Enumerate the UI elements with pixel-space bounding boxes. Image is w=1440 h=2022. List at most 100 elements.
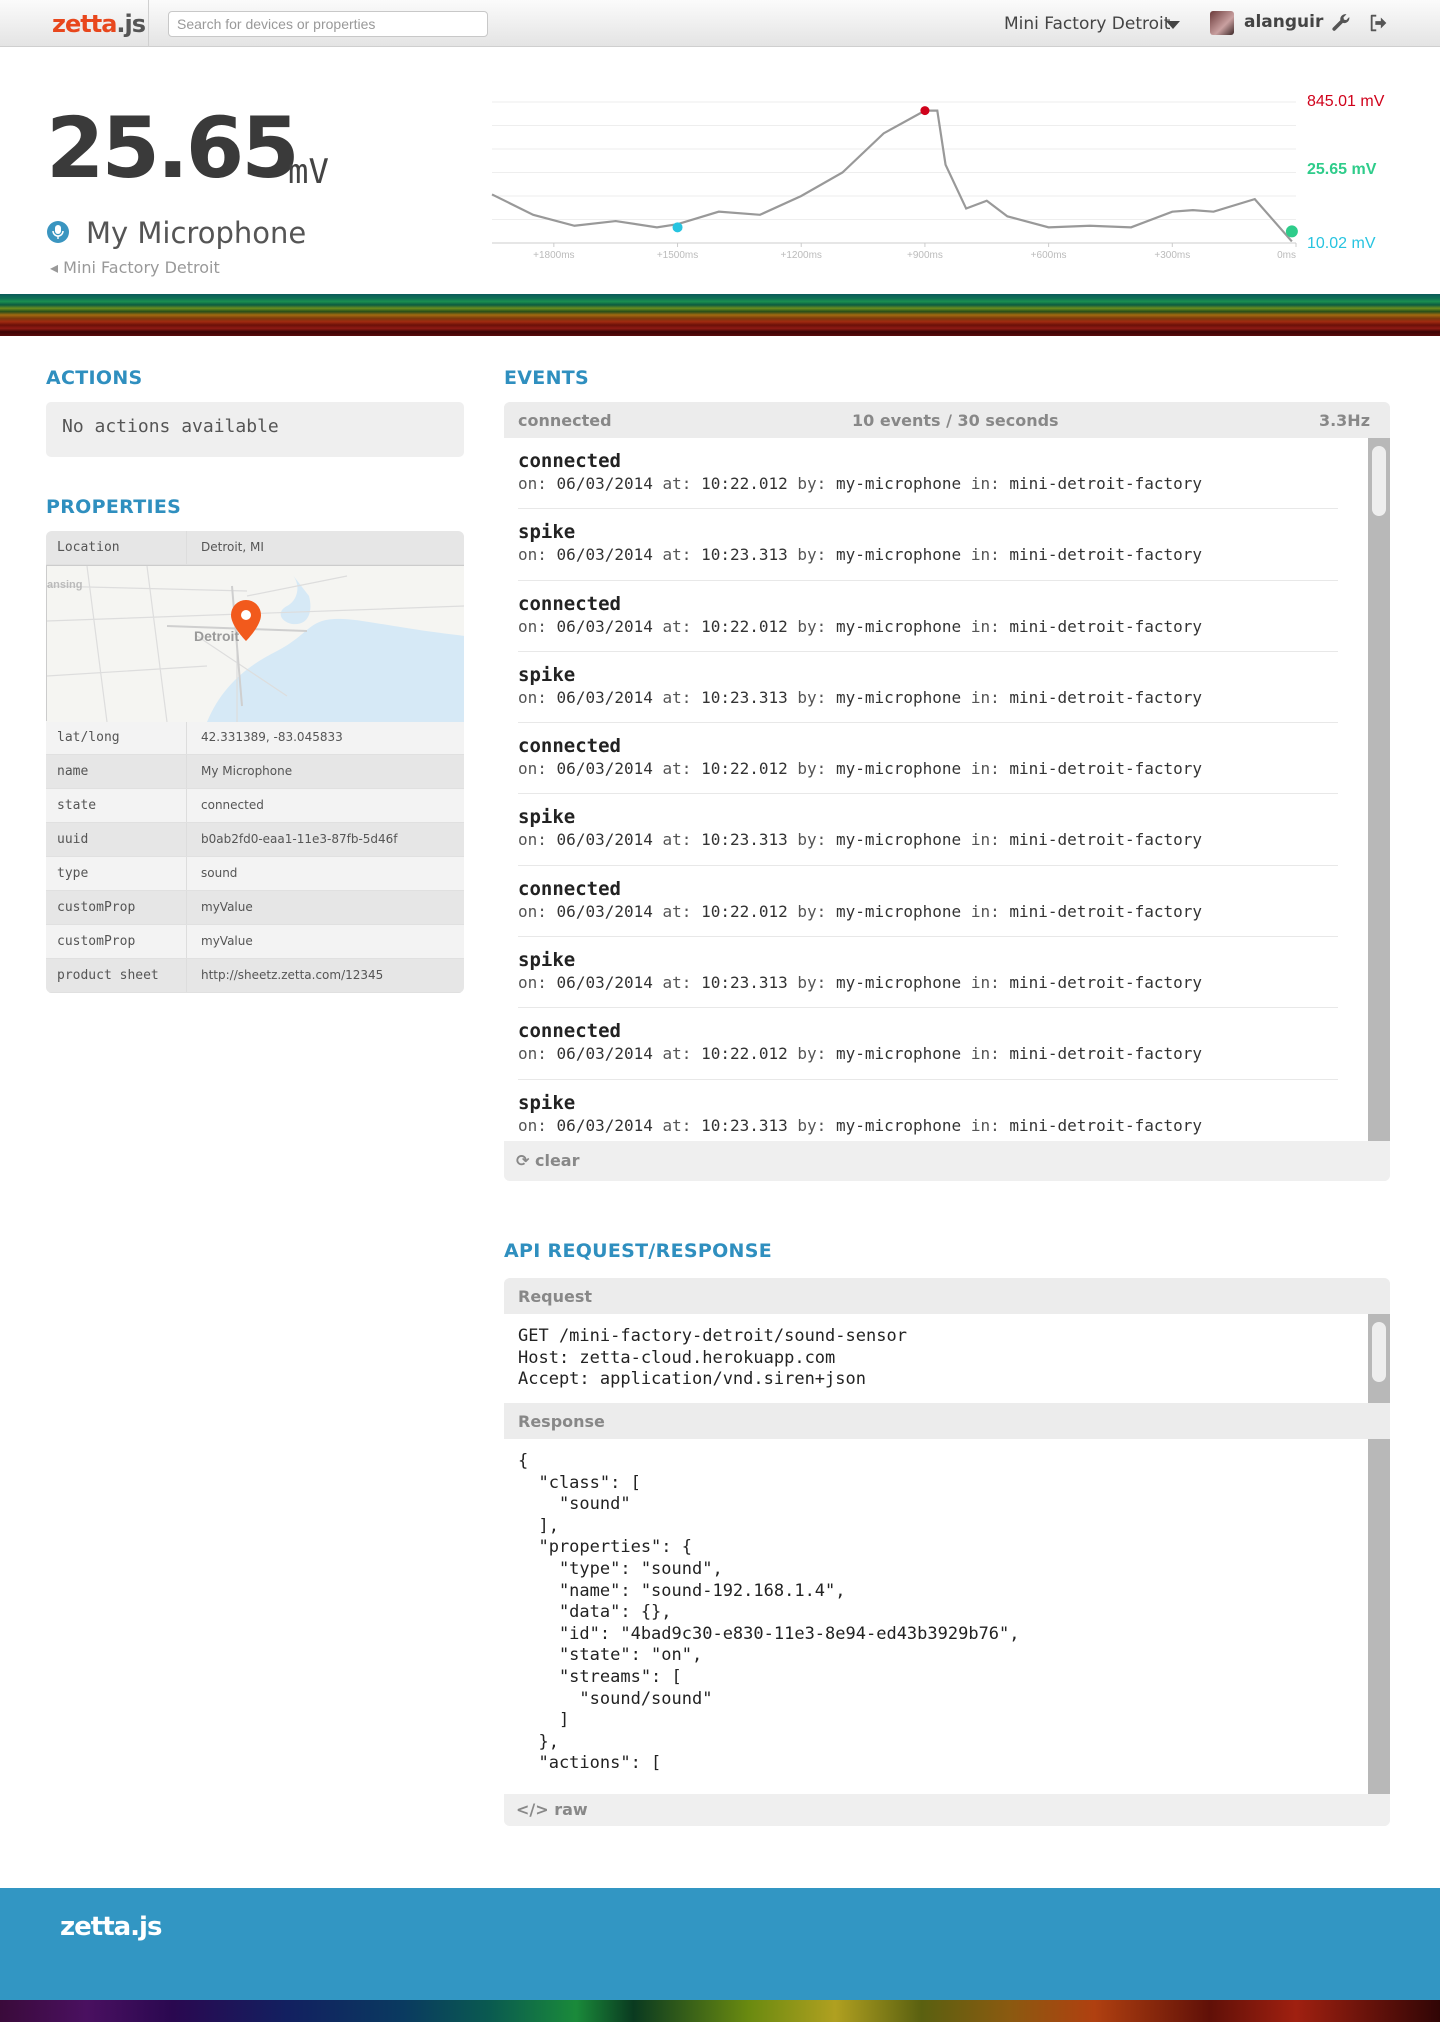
spectrum-band [0,294,1440,336]
microphone-icon [47,221,69,243]
logout-icon[interactable] [1368,12,1390,34]
event-item: connected on: 06/03/2014 at: 10:22.012 by… [518,723,1338,795]
request-label: Request [504,1278,1390,1314]
footer-logo[interactable]: zetta.js [60,1912,162,1942]
events-rate: 3.3Hz [1318,411,1370,430]
min-label: 10.02 mV [1307,235,1376,252]
property-key: name [46,755,187,788]
event-type: spike [518,949,576,972]
x-tick-label: +900ms [907,250,943,261]
property-row: lat/long 42.331389, -83.045833 [46,721,464,755]
event-type: spike [518,663,576,686]
events-header: connected 10 events / 30 seconds 3.3Hz [504,402,1390,438]
property-row: product sheet http://sheetz.zetta.com/123… [46,959,464,993]
code-icon: </> [516,1800,555,1819]
event-type: spike [518,1091,576,1114]
clear-button[interactable]: ⟳ clear [516,1151,580,1170]
zetta-logo[interactable]: zetta.js [52,10,146,38]
property-value: 42.331389, -83.045833 [201,730,343,744]
max-point [920,106,930,116]
back-link[interactable]: ◂ Mini Factory Detroit [50,258,220,277]
event-item: connected on: 06/03/2014 at: 10:22.012 by… [518,438,1338,510]
property-value: My Microphone [201,764,293,778]
property-value: myValue [201,934,253,948]
event-item: connected on: 06/03/2014 at: 10:22.012 by… [518,581,1338,652]
property-value: connected [201,798,264,812]
event-item: spike on: 06/03/2014 at: 10:23.313 by: my… [518,509,1338,581]
username-label[interactable]: alanguir [1244,12,1323,32]
request-scrollbar[interactable] [1368,1314,1390,1403]
event-type: connected [518,1020,621,1043]
property-key: type [46,857,187,890]
property-row: state connected [46,789,464,823]
scrollbar-thumb[interactable] [1372,446,1386,516]
x-tick-label: +300ms [1154,250,1190,261]
response-body: { "class": [ "sound" ], "properties": { … [518,1451,1020,1774]
event-type: spike [518,521,576,544]
property-value: sound [201,866,238,880]
event-item: connected on: 06/03/2014 at: 10:22.012 by… [518,866,1338,938]
event-meta: on: 06/03/2014 at: 10:22.012 by: my-micr… [518,901,1203,921]
property-value: myValue [201,900,253,914]
chevron-down-icon[interactable] [1166,21,1180,29]
property-value: b0ab2fd0-eaa1-11e3-87fb-5d46f [201,832,398,846]
min-point [672,222,683,233]
event-meta: on: 06/03/2014 at: 10:22.012 by: my-micr… [518,474,1203,493]
events-list[interactable]: connected on: 06/03/2014 at: 10:22.012 by… [504,438,1368,1141]
map-city-label: Detroit [194,628,239,644]
event-meta: on: 06/03/2014 at: 10:23.313 by: my-micr… [518,687,1203,707]
event-type: connected [518,735,621,758]
event-type: spike [518,806,576,829]
wrench-icon[interactable] [1330,12,1352,34]
events-panel: connected 10 events / 30 seconds 3.3Hz c… [504,402,1390,1181]
series-line [491,109,1293,243]
property-row: uuid b0ab2fd0-eaa1-11e3-87fb-5d46f [46,823,464,857]
request-body-container[interactable]: GET /mini-factory-detroit/sound-sensor H… [504,1314,1368,1403]
value-unit: mV [288,152,329,192]
properties-title: PROPERTIES [46,496,182,518]
device-name: My Microphone [86,216,307,250]
raw-button[interactable]: </> raw [516,1800,588,1819]
location-map[interactable]: Detroit ansing [46,565,464,723]
event-item: spike on: 06/03/2014 at: 10:23.313 by: my… [518,1080,1338,1141]
events-state: connected [518,411,612,430]
property-row: type sound [46,857,464,891]
api-title: API REQUEST/RESPONSE [504,1240,773,1262]
property-key: customProp [46,925,187,958]
events-footer: ⟳ clear [504,1141,1390,1181]
event-meta: on: 06/03/2014 at: 10:23.313 by: my-micr… [518,545,1203,565]
actions-empty: No actions available [46,402,464,457]
event-meta: on: 06/03/2014 at: 10:22.012 by: my-micr… [518,616,1203,636]
rainbow-band [0,2000,1440,2022]
event-meta: on: 06/03/2014 at: 10:23.313 by: my-micr… [518,830,1203,850]
x-tick-label: 0ms [1277,250,1296,261]
footer: zetta.js [0,1888,1440,2000]
x-tick-label: +1800ms [533,250,574,261]
event-meta: on: 06/03/2014 at: 10:23.313 by: my-micr… [518,1115,1203,1135]
events-scrollbar[interactable] [1368,438,1390,1141]
response-body-container[interactable]: { "class": [ "sound" ], "properties": { … [504,1439,1368,1794]
navbar-divider [148,0,149,47]
property-key: Location [46,531,187,564]
event-item: spike on: 06/03/2014 at: 10:23.313 by: my… [518,937,1338,1009]
request-body: GET /mini-factory-detroit/sound-sensor H… [518,1326,907,1390]
current-point [1285,225,1298,238]
map-other-label: ansing [47,579,82,591]
property-key: uuid [46,823,187,856]
top-navbar: zetta.js Mini Factory Detroit alanguir [0,0,1440,47]
property-row: customProp myValue [46,891,464,925]
server-selector[interactable]: Mini Factory Detroit [1004,14,1170,34]
event-type: connected [518,877,621,900]
max-label: 845.01 mV [1307,93,1385,110]
scrollbar-thumb[interactable] [1372,1322,1386,1382]
x-tick-label: +1500ms [657,250,698,261]
search-input[interactable] [168,11,488,37]
property-row: name My Microphone [46,755,464,789]
property-value: Detroit, MI [201,540,264,554]
event-type: connected [518,592,621,615]
response-scrollbar[interactable] [1368,1439,1390,1794]
event-type: connected [518,450,621,472]
properties-table: Location Detroit, MI Detroit ansing lat/… [46,531,464,993]
avatar[interactable] [1210,11,1234,35]
events-title: EVENTS [504,367,590,389]
